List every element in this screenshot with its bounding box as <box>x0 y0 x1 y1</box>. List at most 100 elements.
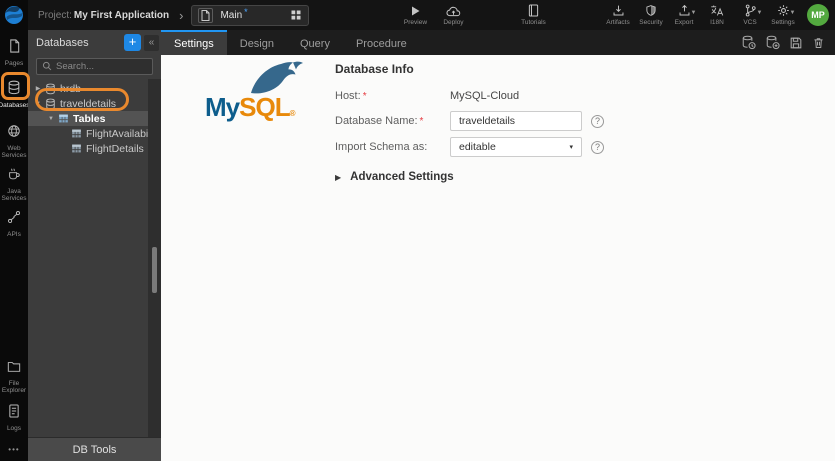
project-label: Project: <box>38 9 72 21</box>
add-database-button[interactable]: + <box>124 34 141 51</box>
delete-icon[interactable] <box>812 36 825 50</box>
sidebar-item-databases[interactable]: Databases <box>0 80 30 109</box>
wavemaker-logo-icon[interactable] <box>0 0 28 30</box>
sidebar-item-pages[interactable]: Pages <box>0 39 28 67</box>
tree-item-flightavailability[interactable]: FlightAvailability <box>28 126 161 141</box>
db-reimport-icon[interactable] <box>741 35 756 50</box>
top-header: Project: My First Application › Main * Pr… <box>0 0 835 30</box>
expanded-arrow-icon[interactable]: ▼ <box>47 116 55 122</box>
advanced-settings-toggle[interactable]: ▶ Advanced Settings <box>335 171 604 183</box>
host-value: MySQL-Cloud <box>450 90 520 102</box>
search-box <box>36 58 153 75</box>
db-update-icon[interactable] <box>765 35 780 50</box>
database-info-form: Database Info Host: * MySQL-Cloud Databas… <box>335 62 604 183</box>
tab-query[interactable]: Query <box>287 30 343 55</box>
i18n-button[interactable]: I18N <box>703 4 731 26</box>
preview-button[interactable]: Preview <box>401 5 429 26</box>
databases-panel: Databases + « ▶ hrdb ▼ traveldetails <box>28 30 161 461</box>
mysql-logo: MySQL® <box>205 59 320 126</box>
search-row <box>28 55 161 79</box>
search-icon <box>42 58 52 76</box>
databases-panel-header: Databases + « <box>28 30 161 55</box>
tree-item-flightdetails[interactable]: FlightDetails <box>28 141 148 156</box>
deploy-button[interactable]: Deploy <box>439 5 467 26</box>
tree-item-hrdb[interactable]: ▶ hrdb <box>28 81 148 96</box>
sidebar-item-java-services[interactable]: Java Services <box>0 167 28 202</box>
log-file-icon <box>8 404 20 423</box>
collapsed-arrow-icon[interactable]: ▶ <box>34 85 42 92</box>
app-root: Project: My First Application › Main * Pr… <box>0 0 835 461</box>
sidebar-item-file-explorer[interactable]: File Explorer <box>0 360 28 394</box>
import-schema-label: Import Schema as: <box>335 141 428 153</box>
tab-settings[interactable]: Settings <box>161 30 227 55</box>
folder-icon <box>7 360 21 378</box>
db-tools-button[interactable]: DB Tools <box>28 437 161 461</box>
required-marker: * <box>362 91 367 102</box>
editor-tabbar: Settings Design Query Procedure <box>161 30 835 55</box>
artifacts-button[interactable]: Artifacts <box>604 4 632 26</box>
help-icon[interactable]: ? <box>591 114 604 128</box>
help-icon[interactable]: ? <box>591 140 604 154</box>
collapse-panel-button[interactable]: « <box>144 34 159 51</box>
host-label: Host: * <box>335 90 367 102</box>
tree-item-traveldetails[interactable]: ▼ traveldetails <box>28 96 148 111</box>
coffee-icon <box>7 167 21 186</box>
more-options-button[interactable]: ••• <box>0 444 28 454</box>
globe-icon <box>7 124 21 143</box>
cloud-upload-icon <box>446 5 461 17</box>
download-tray-icon <box>612 4 625 17</box>
shield-icon <box>645 4 657 17</box>
more-dots-icon: ••• <box>8 445 20 454</box>
project-breadcrumb: Project: My First Application <box>38 10 169 21</box>
api-nodes-icon <box>7 210 21 229</box>
panel-title: Databases <box>36 36 89 49</box>
database-icon <box>45 98 56 110</box>
table-icon <box>71 128 82 139</box>
expanded-arrow-icon[interactable]: ▼ <box>34 101 42 107</box>
database-icon <box>45 83 56 95</box>
vcs-button[interactable]: ▼ VCS <box>736 4 764 26</box>
page-tab-label: Main <box>220 9 243 21</box>
security-button[interactable]: Security <box>637 4 665 26</box>
database-name-row: Database Name:* ? <box>335 111 604 131</box>
grid-icon[interactable] <box>290 9 302 21</box>
gear-icon: ▼ <box>777 4 796 17</box>
page-icon <box>198 7 214 23</box>
translate-icon <box>710 4 724 17</box>
settings-button[interactable]: ▼ Settings <box>769 4 797 26</box>
project-name: My First Application <box>73 9 170 21</box>
scrollbar-thumb[interactable] <box>152 247 157 293</box>
page-tab-main[interactable]: Main * <box>191 4 310 26</box>
save-icon[interactable] <box>789 36 803 50</box>
user-avatar[interactable]: MP <box>807 4 829 26</box>
chevron-down-icon: ▼ <box>690 10 697 16</box>
table-icon <box>71 143 82 154</box>
import-schema-row: Import Schema as: editable ▾ ? <box>335 137 604 157</box>
export-button[interactable]: ▼ Export <box>670 4 698 26</box>
sidebar-item-apis[interactable]: APIs <box>0 210 28 238</box>
tutorials-button[interactable]: Tutorials <box>519 4 547 26</box>
collapsed-arrow-icon: ▶ <box>335 172 342 182</box>
sidebar-item-logs[interactable]: Logs <box>0 404 28 432</box>
search-input[interactable] <box>56 61 146 72</box>
database-name-label: Database Name: * <box>335 115 424 127</box>
mysql-wordmark: MySQL® <box>205 92 295 122</box>
sidebar-item-web-services[interactable]: Web Services <box>0 124 28 159</box>
database-name-input[interactable] <box>450 111 582 131</box>
dropdown-arrow-icon: ▾ <box>569 144 573 151</box>
play-icon <box>409 5 421 17</box>
workspace: Settings Design Query Procedure MySQL® D… <box>161 30 835 461</box>
tab-procedure[interactable]: Procedure <box>343 30 420 55</box>
settings-content: MySQL® Database Info Host: * MySQL-Cloud … <box>161 55 835 461</box>
import-schema-select[interactable]: editable ▾ <box>450 137 582 157</box>
host-row: Host: * MySQL-Cloud <box>335 87 604 105</box>
activity-bar: Pages Databases Web Services Java Servic… <box>0 30 30 461</box>
database-icon <box>7 80 21 100</box>
form-title: Database Info <box>335 62 414 76</box>
header-tools: Artifacts Security ▼ Export I18N ▼ VCS ▼… <box>604 4 835 26</box>
chevron-down-icon: ▼ <box>789 10 796 16</box>
required-marker: * <box>419 116 424 127</box>
tab-design[interactable]: Design <box>227 30 287 55</box>
tree-item-tables[interactable]: ▼ Tables <box>28 111 161 126</box>
book-icon <box>528 4 539 17</box>
